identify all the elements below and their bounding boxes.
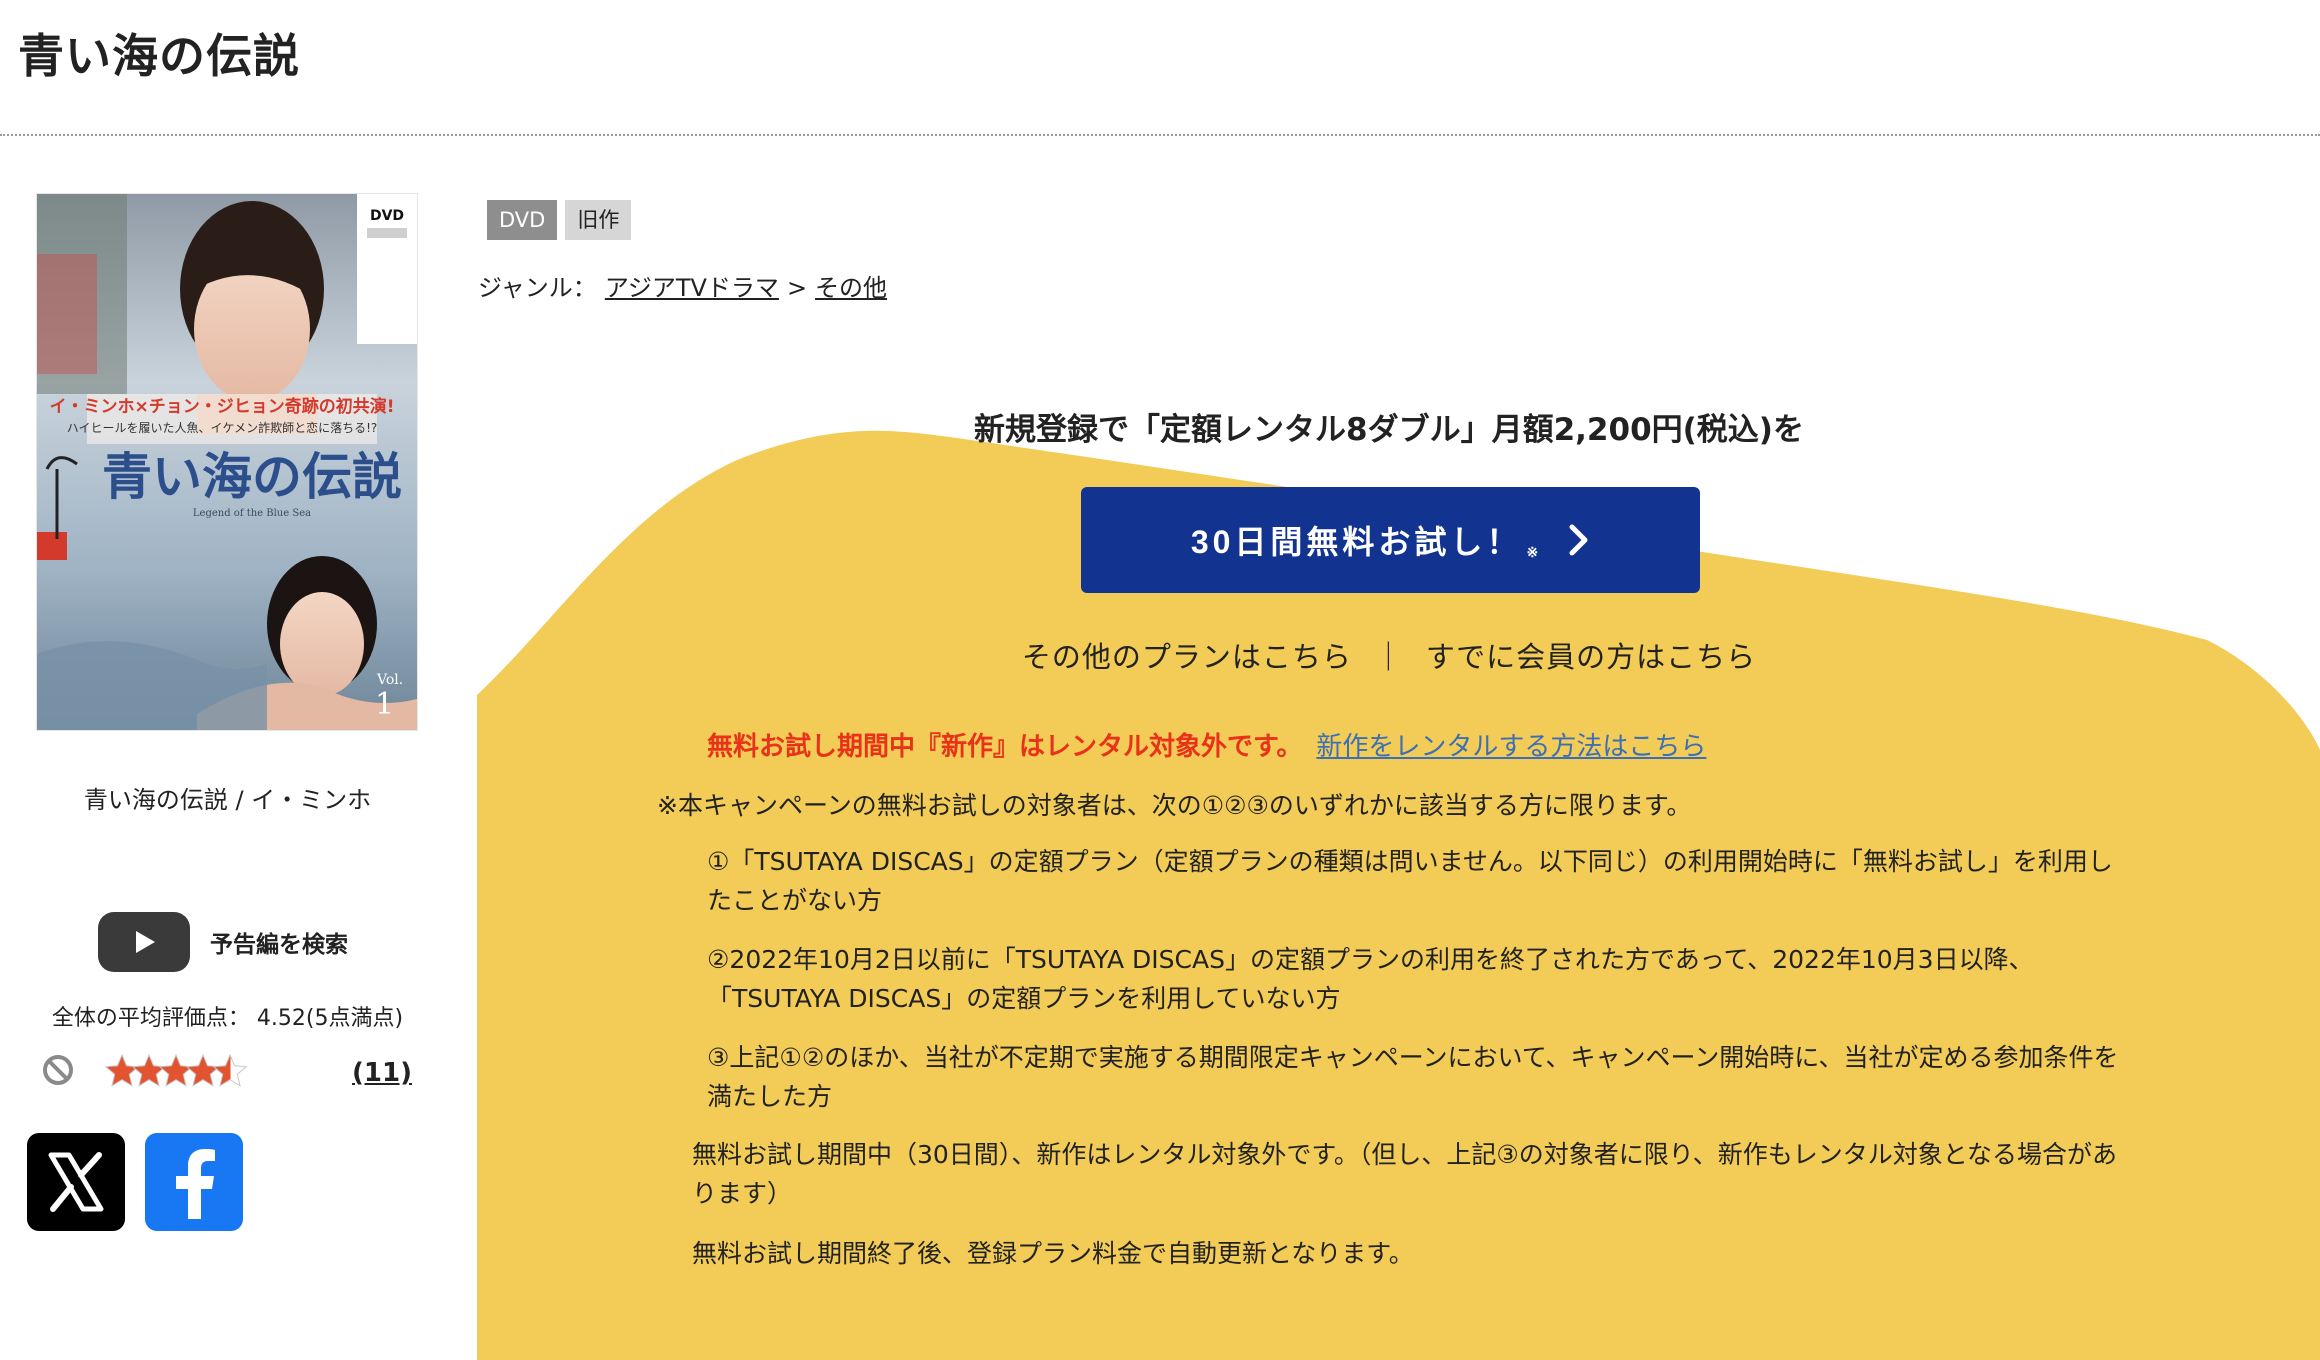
facebook-logo-icon <box>176 1149 215 1219</box>
chevron-right-icon <box>1569 524 1588 556</box>
svg-text:イ・ミンホ×チョン・ジヒョン奇跡の初共演!: イ・ミンホ×チョン・ジヒョン奇跡の初共演! <box>50 396 395 417</box>
dvd-cover-image[interactable]: DVD イ・ミンホ×チョン・ジヒョン奇跡の初共演! ハイヒールを履いた人魚、イケ… <box>36 193 418 731</box>
new-release-warning: 無料お試し期間中『新作』はレンタル対象外です。 新作をレンタルする方法はこちら <box>707 726 1706 763</box>
free-trial-button[interactable]: 30日間無料お試し！ ※ <box>1081 487 1700 593</box>
page-title: 青い海の伝説 <box>18 29 300 83</box>
catalog-badge-old: 旧作 <box>565 200 632 240</box>
eligibility-condition-2: ②2022年10月2日以前に「TSUTAYA DISCAS」の定額プランの利用を… <box>707 945 2034 1013</box>
svg-text:青い海の伝説: 青い海の伝説 <box>102 447 402 506</box>
rating-row: (11) <box>42 1050 422 1100</box>
campaign-eligibility-note: ※本キャンペーンの無料お試しの対象者は、次の①②③のいずれかに該当する方に限りま… <box>657 791 1692 820</box>
campaign-headline: 新規登録で「定額レンタル8ダブル」月額2,200円(税込)を <box>974 412 1804 448</box>
eligibility-condition-3: ③上記①②のほか、当社が不定期で実施する期間限定キャンペーンにおいて、キャンペー… <box>707 1043 2119 1111</box>
svg-text:DVD: DVD <box>370 208 404 224</box>
svg-text:ハイヒールを履いた人魚、イケメン詐欺師と恋に落ちる!?: ハイヒールを履いた人魚、イケメン詐欺師と恋に落ちる!? <box>67 420 378 435</box>
svg-text:1: 1 <box>375 687 394 722</box>
title-divider <box>0 134 2320 136</box>
rating-star[interactable] <box>104 1053 140 1087</box>
plan-link-separator: ｜ <box>1373 640 1404 674</box>
svg-text:Vol.: Vol. <box>376 672 403 688</box>
genre-breadcrumb: ジャンル： アジアTVドラマ > その他 <box>478 268 887 303</box>
genre-link-asia-tv-drama[interactable]: アジアTVドラマ <box>605 268 779 303</box>
breadcrumb-separator: > <box>786 274 808 302</box>
cover-caption: 青い海の伝説 / イ・ミンホ <box>83 786 372 814</box>
average-rating-text: 全体の平均評価点： 4.52(5点満点) <box>51 1006 404 1031</box>
rating-star[interactable] <box>158 1053 194 1087</box>
plan-links: その他のプランはこちら ｜ すでに会員の方はこちら <box>477 634 2301 676</box>
free-trial-note-mark: ※ <box>1526 543 1539 560</box>
x-logo-icon <box>48 1152 104 1212</box>
auto-renewal-notice: 無料お試し期間終了後、登録プラン料金で自動更新となります。 <box>692 1239 1414 1268</box>
format-badge-dvd: DVD <box>487 200 558 240</box>
review-count-link[interactable]: (11) <box>352 1058 412 1088</box>
new-release-warning-text: 無料お試し期間中『新作』はレンタル対象外です。 <box>707 732 1303 762</box>
trailer-search-label: 予告編を検索 <box>210 932 348 958</box>
format-badges: DVD 旧作 <box>487 200 632 240</box>
youtube-play-icon <box>98 912 190 972</box>
trial-period-notice: 無料お試し期間中（30日間）、新作はレンタル対象外です。（但し、上記③の対象者に… <box>692 1140 2117 1208</box>
no-rating-icon[interactable] <box>42 1054 74 1090</box>
new-release-rental-link[interactable]: 新作をレンタルする方法はこちら <box>1316 732 1706 762</box>
review-count[interactable]: (11) <box>352 1058 412 1088</box>
member-login-link[interactable]: すでに会員の方はこちら <box>1426 640 1756 674</box>
x-share-button[interactable] <box>27 1133 125 1231</box>
facebook-share-button[interactable] <box>145 1133 243 1231</box>
genre-link-other[interactable]: その他 <box>815 268 887 303</box>
other-plans-link[interactable]: その他のプランはこちら <box>1022 640 1352 674</box>
genre-label: ジャンル： <box>478 274 597 302</box>
rating-stars[interactable] <box>104 1052 314 1092</box>
rating-star[interactable] <box>212 1053 248 1087</box>
trailer-search-button[interactable]: 予告編を検索 <box>98 912 348 972</box>
free-trial-label: 30日間無料お試し！ <box>1190 524 1523 560</box>
eligibility-condition-1: ①「TSUTAYA DISCAS」の定額プラン（定額プランの種類は問いません。以… <box>707 847 2113 915</box>
svg-text:Legend of the Blue Sea: Legend of the Blue Sea <box>193 508 311 519</box>
rating-star[interactable] <box>185 1053 221 1087</box>
rating-star[interactable] <box>131 1053 167 1087</box>
